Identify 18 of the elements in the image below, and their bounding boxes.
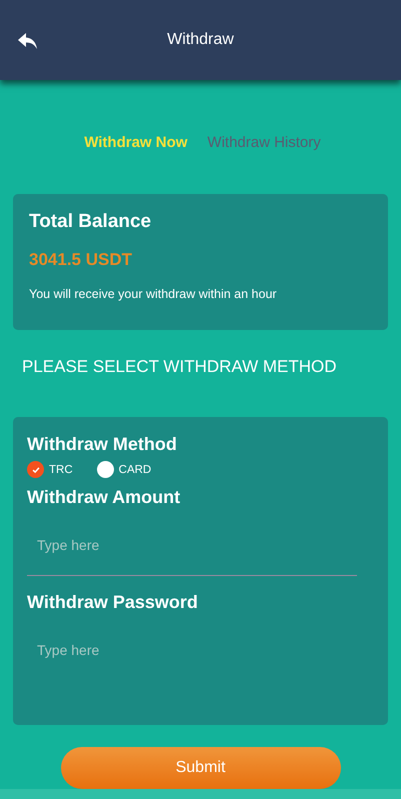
- balance-title: Total Balance: [29, 211, 152, 233]
- balance-amount: 3041.5 USDT: [29, 250, 133, 270]
- field-label: Withdraw Method: [27, 434, 177, 455]
- radio-button[interactable]: [96, 461, 114, 478]
- input-field[interactable]: Type here: [27, 619, 374, 681]
- radio-option[interactable]: CARD: [96, 461, 152, 478]
- tab[interactable]: Withdraw History: [207, 134, 321, 151]
- page-title: Withdraw: [167, 31, 234, 49]
- section-heading: PLEASE SELECT WITHDRAW METHOD: [22, 357, 338, 377]
- submit-button[interactable]: Submit: [60, 747, 340, 789]
- field-label: Withdraw Password: [27, 592, 198, 613]
- radio-option[interactable]: TRC: [27, 461, 73, 478]
- check-icon: [30, 464, 40, 474]
- tab[interactable]: Withdraw Now: [84, 134, 188, 151]
- balance-note: You will receive your withdraw within an hour: [29, 287, 278, 301]
- radio-button[interactable]: [27, 461, 44, 478]
- field-label: Withdraw Amount: [27, 487, 180, 508]
- input-field[interactable]: Type here: [27, 514, 357, 576]
